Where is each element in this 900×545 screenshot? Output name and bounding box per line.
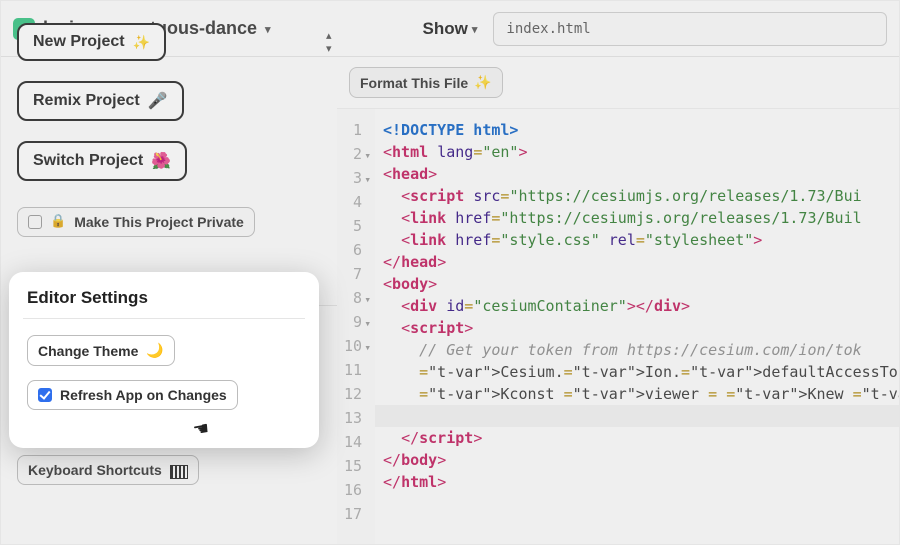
filename-input[interactable] xyxy=(493,12,887,46)
line-number: 1 xyxy=(337,119,371,143)
line-number: 3▾ xyxy=(337,167,371,191)
format-file-label: Format This File xyxy=(360,75,468,91)
chevron-down-icon: ▾ xyxy=(472,23,478,36)
divider xyxy=(13,305,341,306)
refresh-on-changes-button[interactable]: Refresh App on Changes xyxy=(17,367,228,397)
moon-icon: 🌙 xyxy=(136,329,153,346)
refresh-label: Refresh App on Changes xyxy=(50,374,217,390)
sparkles-icon: ✨ xyxy=(133,34,150,51)
wrap-text-button[interactable]: Wrap Text xyxy=(17,411,127,441)
code-toolbar: Format This File ✨ xyxy=(337,57,899,109)
line-number: 8▾ xyxy=(337,287,371,311)
new-project-button[interactable]: New Project ✨ xyxy=(17,23,166,61)
piano-icon xyxy=(170,465,188,479)
line-number: 17 xyxy=(337,503,371,527)
line-number: 4 xyxy=(337,191,371,215)
code-editor[interactable]: Format This File ✨ 1 2▾3▾4 5 6 7 8▾9▾10▾… xyxy=(337,57,899,544)
line-number: 5 xyxy=(337,215,371,239)
sparkles-icon: ✨ xyxy=(474,74,491,91)
format-file-button[interactable]: Format This File ✨ xyxy=(349,67,503,98)
line-number: 10▾ xyxy=(337,335,371,359)
switch-project-label: Switch Project xyxy=(33,152,143,170)
new-project-label: New Project xyxy=(33,33,125,51)
microphone-icon: 🎤 xyxy=(148,91,168,111)
make-private-button[interactable]: 🔒 Make This Project Private xyxy=(17,207,255,237)
line-number: 6 xyxy=(337,239,371,263)
line-number: 13 xyxy=(337,407,371,431)
line-number-gutter: 1 2▾3▾4 5 6 7 8▾9▾10▾11 12 13 14 15 16 1… xyxy=(337,109,375,544)
project-menu-panel: New Project ✨ Remix Project 🎤 Switch Pro… xyxy=(17,1,337,499)
flower-icon: 🌺 xyxy=(151,151,171,171)
line-number: 12 xyxy=(337,383,371,407)
wrap-label: Wrap Text xyxy=(50,418,116,434)
change-theme-button[interactable]: Change Theme 🌙 xyxy=(17,322,165,353)
wrap-checkbox[interactable] xyxy=(28,419,42,433)
line-number: 14 xyxy=(337,431,371,455)
cursor-pointer-icon: ☚ xyxy=(191,418,211,441)
show-label: Show xyxy=(423,19,468,39)
private-checkbox[interactable] xyxy=(28,215,42,229)
change-theme-label: Change Theme xyxy=(28,330,128,346)
keyboard-shortcuts-button[interactable]: Keyboard Shortcuts xyxy=(17,455,199,485)
line-number: 9▾ xyxy=(337,311,371,335)
code-content[interactable]: <!DOCTYPE html> <html lang="en"> <head> … xyxy=(383,109,899,544)
line-number: 16 xyxy=(337,479,371,503)
refresh-checkbox[interactable] xyxy=(28,375,42,389)
editor-settings-heading: Editor Settings xyxy=(17,275,337,295)
line-number: 7 xyxy=(337,263,371,287)
switch-project-button[interactable]: Switch Project 🌺 xyxy=(17,141,187,181)
line-number: 15 xyxy=(337,455,371,479)
make-private-label: Make This Project Private xyxy=(74,214,244,230)
remix-project-label: Remix Project xyxy=(33,92,140,110)
lock-icon: 🔒 xyxy=(50,213,66,229)
line-number: 2▾ xyxy=(337,143,371,167)
remix-project-button[interactable]: Remix Project 🎤 xyxy=(17,81,184,121)
keyboard-shortcuts-label: Keyboard Shortcuts xyxy=(28,462,162,478)
line-number: 11 xyxy=(337,359,371,383)
show-menu[interactable]: Show ▾ xyxy=(423,19,478,39)
